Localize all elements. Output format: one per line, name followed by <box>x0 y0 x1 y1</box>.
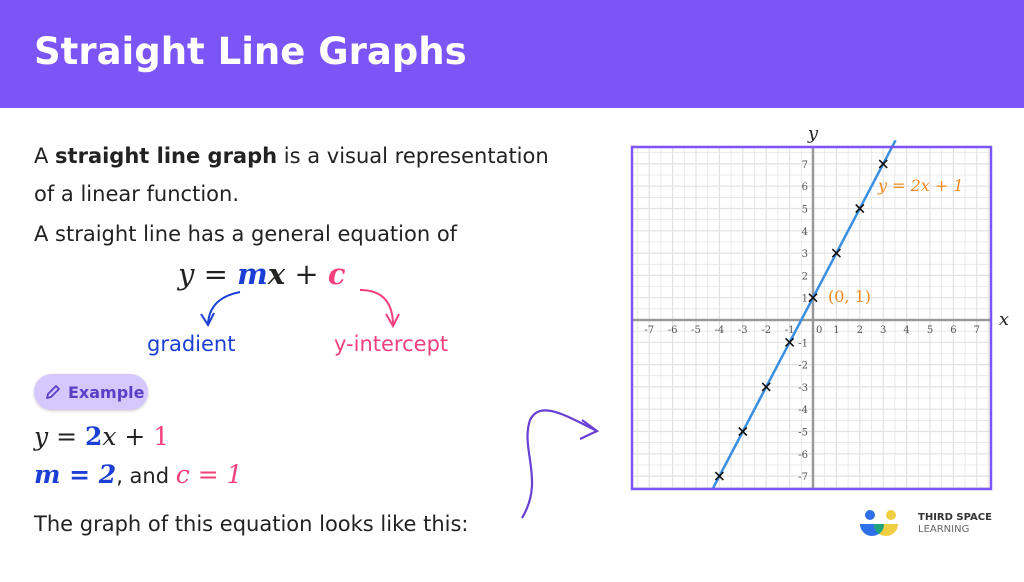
logo-text: THIRD SPACE LEARNING <box>918 512 992 536</box>
x-tick-label: 1 <box>833 325 839 336</box>
y-tick-label: -7 <box>798 472 808 483</box>
x-tick-label: 6 <box>950 325 956 336</box>
y-tick-label: -5 <box>798 428 808 439</box>
logo-dot-yellow <box>886 510 896 520</box>
x-tick-label: 4 <box>903 325 909 336</box>
logo-line-2: LEARNING <box>918 524 970 535</box>
x-tick-label: -5 <box>691 325 701 336</box>
graph-frame <box>630 145 993 491</box>
logo-dot-blue <box>865 510 875 520</box>
origin-label: 0 <box>816 325 822 336</box>
intercept-point-label: (0, 1) <box>828 287 871 306</box>
y-tick-label: -2 <box>798 361 808 372</box>
x-tick-label: 7 <box>974 325 980 336</box>
x-tick-label: -6 <box>668 325 678 336</box>
x-tick-label: -4 <box>715 325 725 336</box>
logo-line-1: THIRD SPACE <box>918 512 992 523</box>
x-tick-label: -2 <box>761 325 771 336</box>
y-tick-label: -1 <box>798 338 808 349</box>
x-axis-label: x <box>999 309 1009 330</box>
y-tick-label: 3 <box>802 249 808 260</box>
y-tick-label: 5 <box>802 205 808 216</box>
y-axis-label: y <box>807 123 819 144</box>
logo-mark <box>860 510 898 536</box>
x-tick-label: -7 <box>644 325 654 336</box>
y-tick-label: 7 <box>802 160 808 171</box>
x-tick-label: -3 <box>738 325 748 336</box>
y-tick-label: -6 <box>798 450 808 461</box>
y-tick-label: -3 <box>798 383 808 394</box>
graph: -7 -6 -5 -4 -3 -2 -1 1 2 3 4 5 6 7-7-6-5-4-3-2-112345… <box>630 123 1009 491</box>
y-tick-label: 1 <box>802 294 808 305</box>
x-tick-label: 2 <box>857 325 863 336</box>
x-tick-label: 3 <box>880 325 886 336</box>
y-tick-label: 4 <box>802 227 808 238</box>
y-tick-label: 6 <box>802 182 808 193</box>
y-tick-label: -4 <box>798 405 808 416</box>
line-equation-label: y = 2x + 1 <box>877 176 964 195</box>
x-tick-label: 5 <box>927 325 933 336</box>
y-tick-label: 2 <box>802 271 808 282</box>
